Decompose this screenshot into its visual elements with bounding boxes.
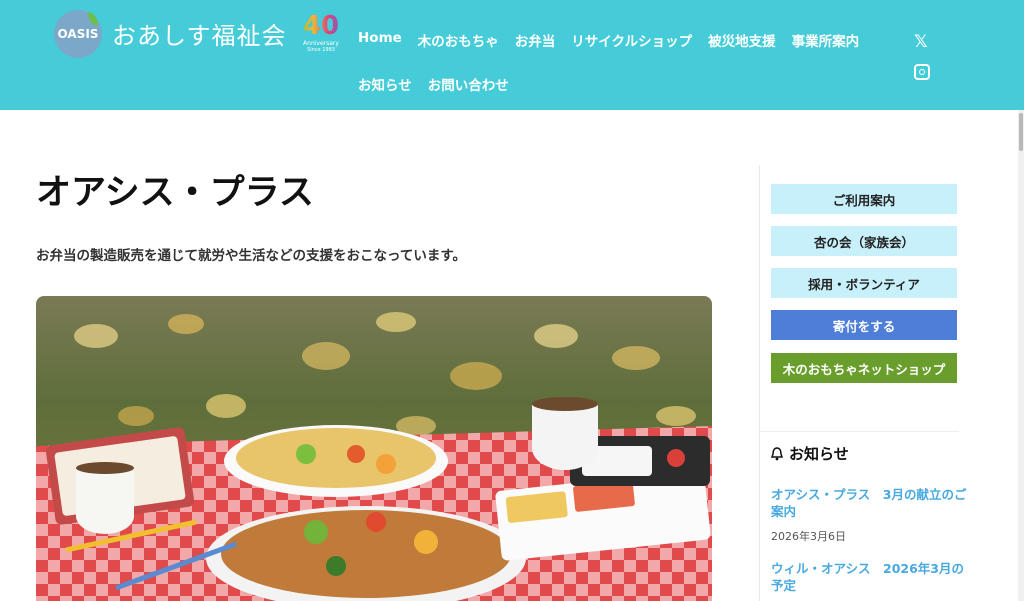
news-heading-text: お知らせ	[789, 445, 849, 463]
scrollbar-thumb[interactable]	[1019, 113, 1023, 151]
nav-recycle-shop[interactable]: リサイクルショップ	[565, 24, 702, 68]
nav-disaster-support[interactable]: 被災地支援	[702, 24, 786, 68]
news-item-title[interactable]: ウィル・オアシス 2026年3月の予定	[771, 560, 971, 594]
anniversary-label: Anniversary	[303, 40, 339, 47]
news-item-title[interactable]: オアシス・プラス 3月の献立のご案内	[771, 486, 971, 520]
nav-offices[interactable]: 事業所案内	[786, 24, 870, 68]
site-title[interactable]: おあしす福祉会	[112, 16, 287, 51]
x-icon[interactable]: 𝕏	[914, 32, 930, 64]
news-divider	[759, 431, 959, 432]
nav-home[interactable]: Home	[352, 24, 412, 68]
toy-net-shop-button[interactable]: 木のおもちゃネットショップ	[771, 353, 957, 383]
logo-text: OASIS	[57, 27, 99, 41]
page-title: オアシス・プラス	[36, 173, 314, 213]
bento-photo-image	[36, 296, 712, 601]
main-nav: Home 木のおもちゃ お弁当 リサイクルショップ 被災地支援 事業所案内 お知…	[352, 24, 892, 112]
nav-bento[interactable]: お弁当	[509, 24, 566, 68]
instagram-icon[interactable]	[914, 64, 930, 80]
anniversary-badge: 40 Anniversary Since 1983	[298, 12, 344, 56]
nav-contact[interactable]: お問い合わせ	[422, 68, 519, 112]
site-logo[interactable]: OASIS	[54, 10, 102, 58]
news-item-date: 2026年3月6日	[771, 530, 846, 543]
nav-wooden-toys[interactable]: 木のおもちゃ	[412, 24, 509, 68]
site-header: OASIS おあしす福祉会 40 Anniversary Since 1983 …	[0, 0, 1024, 110]
bell-icon	[771, 446, 783, 460]
social-links: 𝕏	[914, 32, 930, 80]
lead-text: お弁当の製造販売を通じて就労や生活などの支援をおこなっています。	[36, 248, 466, 264]
news-heading: お知らせ	[771, 443, 849, 464]
family-association-button[interactable]: 杏の会（家族会）	[771, 226, 957, 256]
bento-photo	[36, 296, 712, 601]
usage-guide-button[interactable]: ご利用案内	[771, 184, 957, 214]
recruit-volunteer-button[interactable]: 採用・ボランティア	[771, 268, 957, 298]
scrollbar[interactable]	[1018, 110, 1024, 601]
anniversary-since: Since 1983	[307, 47, 335, 53]
leaf-icon	[88, 12, 98, 26]
sidebar-divider	[759, 165, 760, 601]
nav-news[interactable]: お知らせ	[352, 68, 422, 112]
donate-button[interactable]: 寄付をする	[771, 310, 957, 340]
anniversary-number: 40	[298, 12, 344, 40]
